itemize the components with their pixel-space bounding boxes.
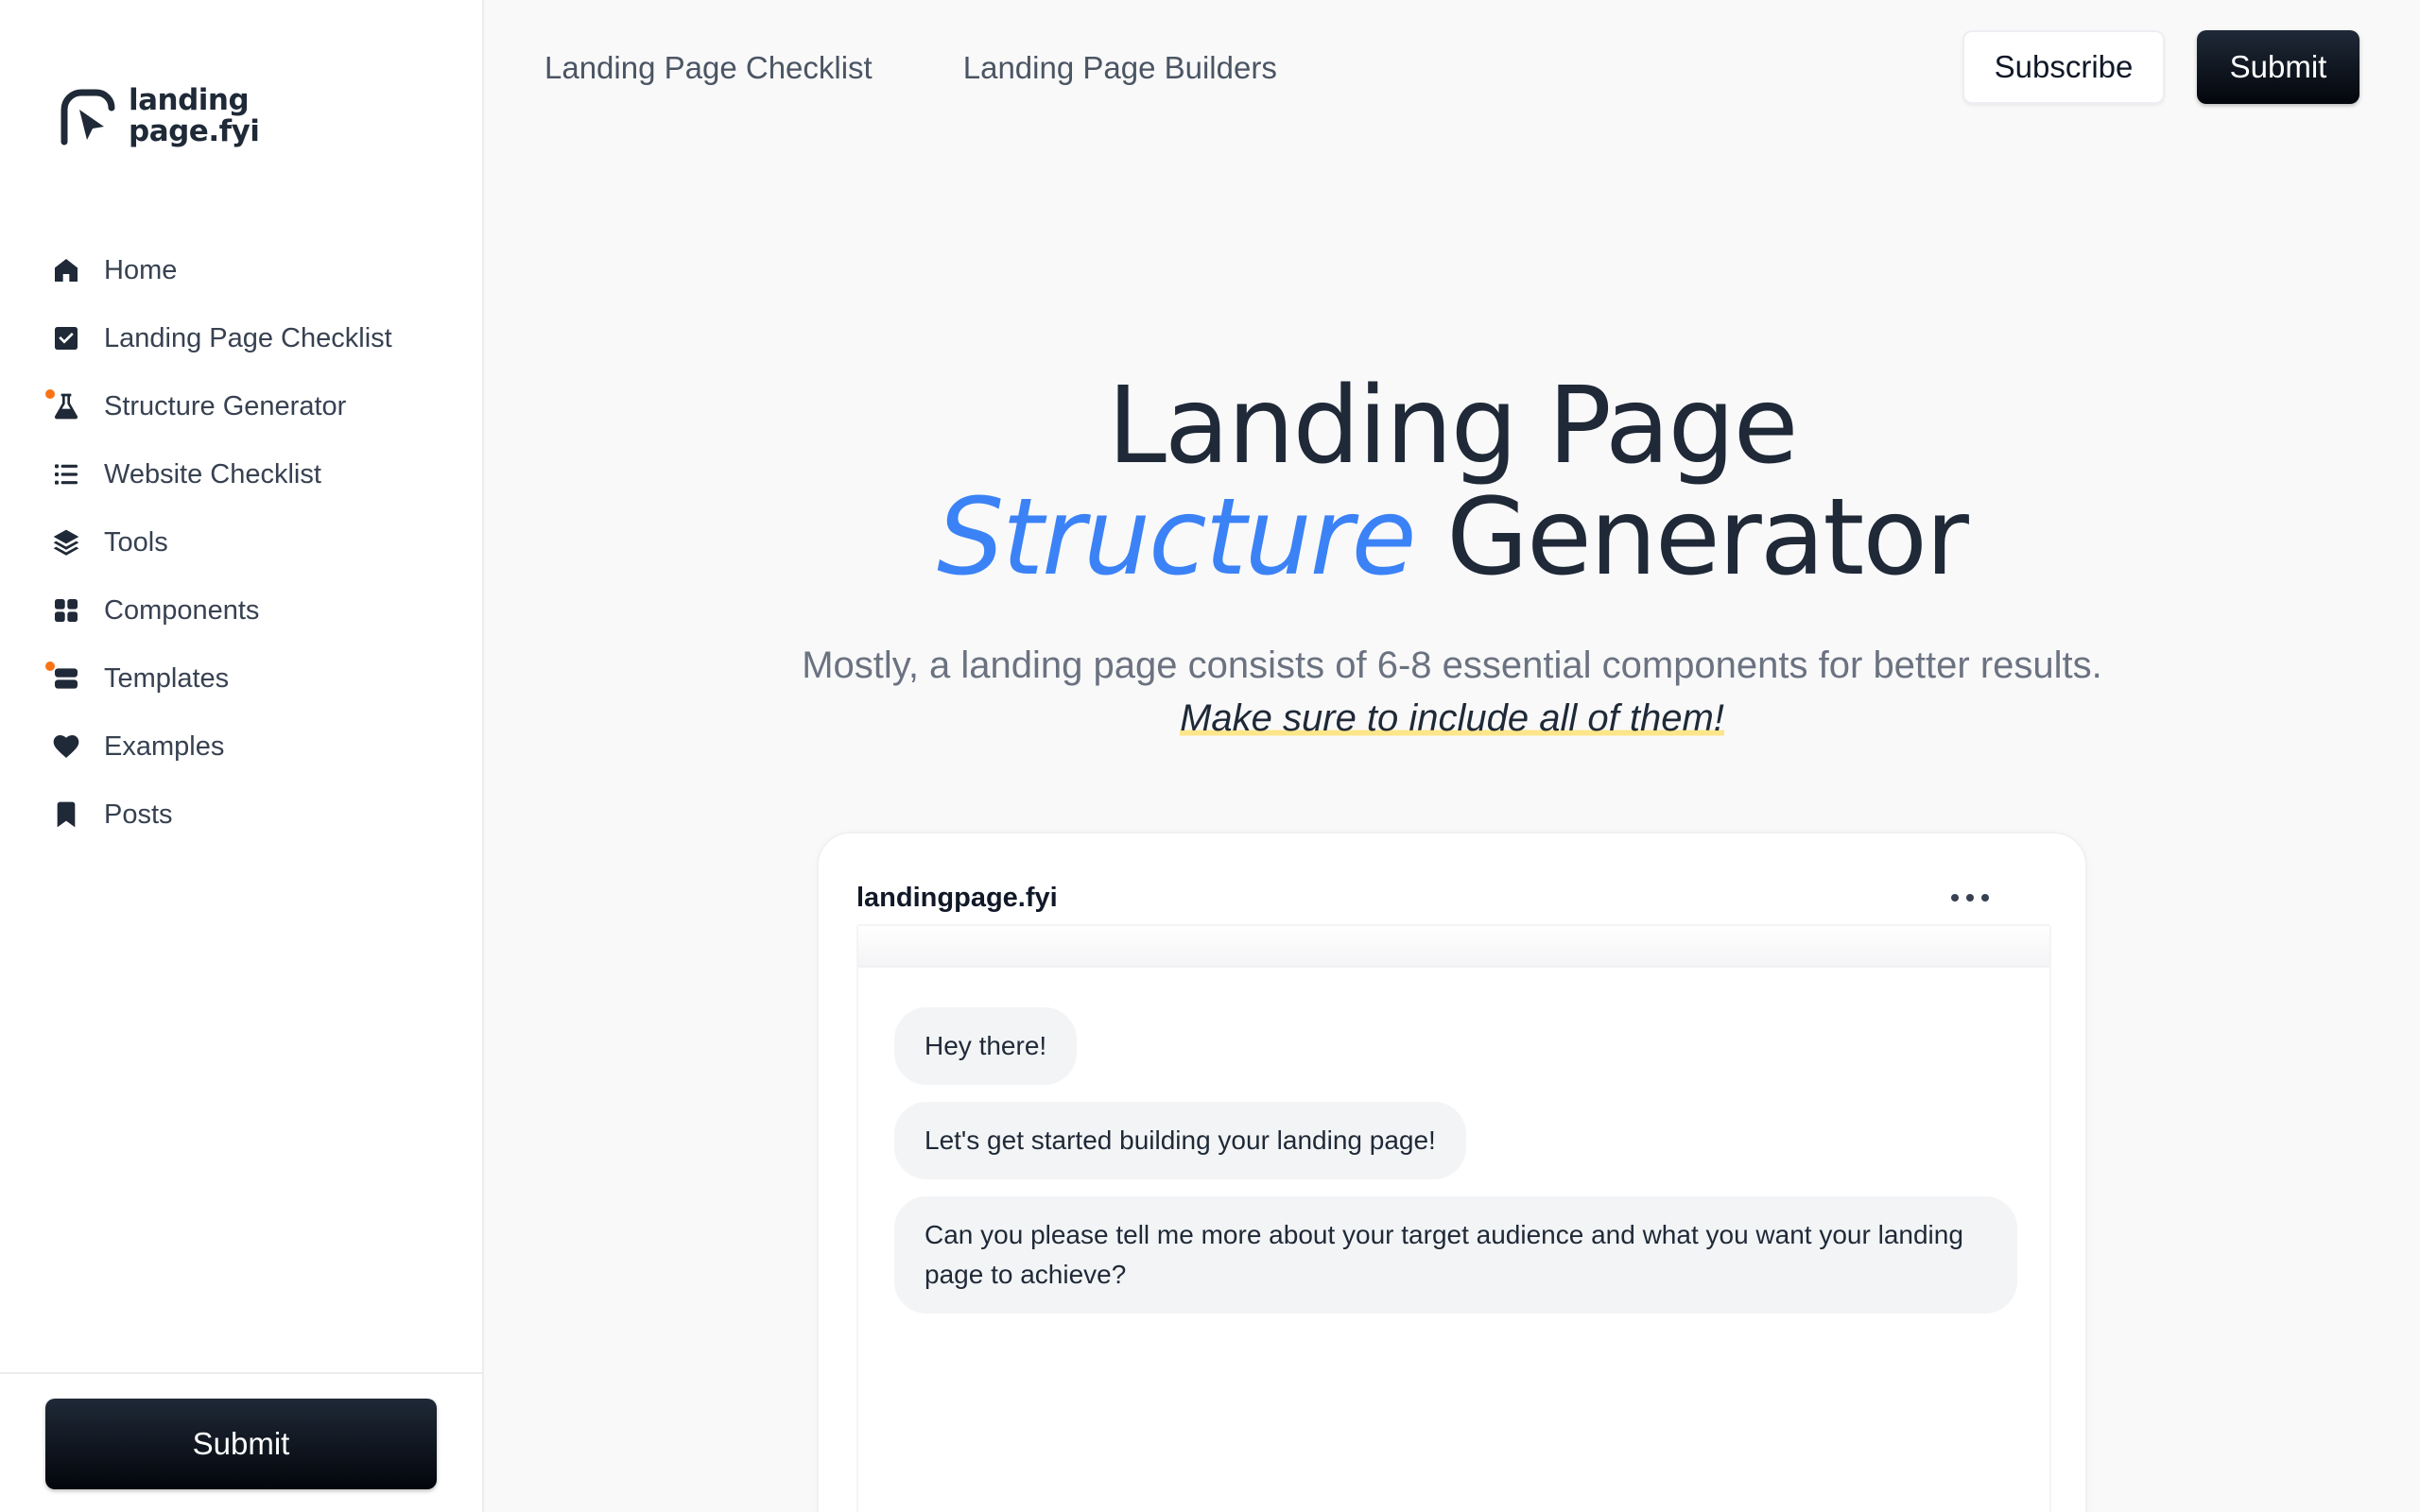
grid-icon	[47, 592, 85, 629]
bookmark-icon	[47, 796, 85, 833]
sidebar-item-label: Components	[104, 594, 260, 626]
check-square-icon	[47, 319, 85, 357]
top-nav-landing-page-builders[interactable]: Landing Page Builders	[963, 45, 1277, 91]
sidebar: landing page.fyi Home Landing Page Check…	[0, 0, 484, 1512]
new-indicator-dot	[45, 389, 55, 399]
more-options-icon[interactable]	[1951, 879, 1989, 917]
layers-icon	[47, 524, 85, 561]
chat-message: Let's get started building your landing …	[894, 1102, 1466, 1179]
heart-icon	[47, 728, 85, 765]
chat-title: landingpage.fyi	[856, 883, 1058, 913]
sidebar-item-label: Landing Page Checklist	[104, 322, 392, 353]
logo-line-2: page.fyi	[129, 114, 260, 148]
app-root: landing page.fyi Home Landing Page Check…	[0, 0, 2420, 1512]
sidebar-item-structure-generator[interactable]: Structure Generator	[45, 372, 461, 440]
chat-message: Hey there!	[894, 1007, 1078, 1085]
sidebar-item-label: Website Checklist	[104, 458, 321, 490]
subscribe-button[interactable]: Subscribe	[1962, 30, 2165, 104]
title-rest: Generator	[1414, 476, 1969, 599]
chat-header: landingpage.fyi	[856, 871, 2051, 924]
subtitle-highlight: Make sure to include all of them!	[1180, 697, 1724, 739]
new-indicator-dot	[45, 662, 55, 671]
sidebar-submit-button[interactable]: Submit	[45, 1399, 437, 1489]
sidebar-item-label: Home	[104, 254, 178, 285]
logo-cursor-icon	[60, 89, 115, 146]
page-title: Landing Page Structure Generator	[484, 370, 2420, 593]
top-nav: Landing Page Checklist Landing Page Buil…	[544, 45, 1368, 91]
top-nav-landing-page-checklist[interactable]: Landing Page Checklist	[544, 45, 873, 91]
sidebar-item-label: Posts	[104, 799, 173, 830]
chat-window-topbar	[858, 926, 2049, 968]
sidebar-item-landing-page-checklist[interactable]: Landing Page Checklist	[45, 304, 461, 372]
message-list: Hey there! Let's get started building yo…	[894, 1007, 2017, 1331]
logo-text: landing page.fyi	[129, 83, 260, 148]
sidebar-item-posts[interactable]: Posts	[45, 781, 461, 849]
home-icon	[47, 251, 85, 289]
sidebar-item-examples[interactable]: Examples	[45, 713, 461, 781]
hero: Landing Page Structure Generator Mostly,…	[484, 370, 2420, 745]
chat-message: Can you please tell me more about your t…	[894, 1196, 2017, 1314]
hero-subtitle: Mostly, a landing page consists of 6-8 e…	[484, 639, 2420, 745]
chat-window: Hey there! Let's get started building yo…	[856, 924, 2051, 1512]
logo-line-1: landing	[129, 83, 250, 117]
list-icon	[47, 455, 85, 493]
sidebar-item-templates[interactable]: Templates	[45, 644, 461, 713]
logo[interactable]: landing page.fyi	[59, 83, 260, 148]
sidebar-item-tools[interactable]: Tools	[45, 508, 461, 576]
sidebar-item-components[interactable]: Components	[45, 576, 461, 644]
subtitle-text: Mostly, a landing page consists of 6-8 e…	[802, 644, 2102, 686]
title-accent: Structure	[937, 476, 1416, 599]
sidebar-item-label: Structure Generator	[104, 390, 347, 421]
stack-icon	[45, 660, 85, 697]
sidebar-nav: Home Landing Page Checklist Structure Ge…	[45, 236, 461, 849]
submit-button[interactable]: Submit	[2197, 30, 2360, 104]
sidebar-item-label: Examples	[104, 730, 225, 762]
chat-card: landingpage.fyi Hey there! Let's get sta…	[817, 832, 2087, 1512]
sidebar-item-website-checklist[interactable]: Website Checklist	[45, 440, 461, 508]
sidebar-item-label: Tools	[104, 526, 168, 558]
sidebar-footer: Submit	[0, 1372, 482, 1512]
flask-icon	[45, 387, 85, 425]
sidebar-item-label: Templates	[104, 662, 230, 694]
sidebar-item-home[interactable]: Home	[45, 236, 461, 304]
title-line-1: Landing Page	[1107, 365, 1798, 488]
